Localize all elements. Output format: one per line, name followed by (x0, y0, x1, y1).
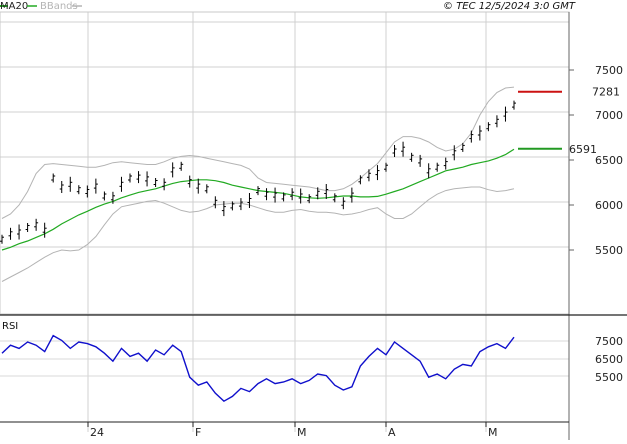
price-bar (85, 185, 90, 198)
price-bar (153, 178, 158, 187)
price-bar (68, 176, 73, 192)
price-bar (136, 171, 141, 184)
price-bar (59, 181, 64, 193)
y-tick-label: 5500 (595, 244, 623, 257)
price-bar (324, 184, 329, 199)
price-bars (0, 100, 516, 244)
price-bar (392, 145, 397, 157)
price-bar (145, 171, 150, 187)
price-bar (452, 145, 457, 161)
price-bar (426, 163, 431, 179)
price-bar (196, 178, 201, 194)
price-bar (0, 234, 4, 244)
price-bar (187, 175, 192, 188)
price-bar (8, 227, 13, 240)
price-bar (51, 173, 56, 183)
rsi-y-tick-label: 7500 (595, 335, 623, 348)
main-plot-frame (0, 11, 570, 315)
price-bar (204, 184, 209, 194)
price-bar (332, 193, 337, 203)
price-bar (366, 169, 371, 182)
legend-ma20-label: MA20 (0, 1, 28, 12)
rsi-line (1, 334, 515, 403)
price-bar (494, 115, 499, 128)
price-bar (264, 188, 269, 201)
price-bar (443, 157, 448, 170)
rsi-y-axis-labels: 7500 6500 5500 (595, 335, 623, 384)
x-tick-label: F (195, 426, 201, 439)
price-bar (34, 218, 39, 231)
rsi-pane-title: RSI (2, 321, 18, 332)
price-bar (273, 187, 278, 203)
y-tick-label: 7000 (595, 109, 623, 122)
price-bar (349, 187, 354, 203)
price-bar (25, 223, 30, 232)
price-bar (76, 185, 81, 195)
bbands-upper-line (1, 86, 515, 219)
price-bar (469, 130, 474, 143)
y-tick-label: 7500 (595, 64, 623, 77)
price-bar (401, 141, 406, 157)
price-bar (435, 162, 440, 172)
price-bar (341, 197, 346, 210)
rsi-y-tick-label: 5500 (595, 371, 623, 384)
copyright-text: © TEC 12/5/2024 3:0 GMT (443, 1, 576, 12)
price-bar (102, 191, 107, 201)
price-bar (221, 201, 226, 217)
price-bar (503, 106, 508, 122)
price-bar (42, 222, 47, 238)
y-tick-label: 6500 (595, 154, 623, 167)
rsi-grid (0, 340, 569, 377)
price-bar (486, 122, 491, 132)
price-bar (17, 224, 22, 240)
price-bar (512, 100, 516, 110)
x-axis-labels: 24 F M A M (87, 422, 498, 439)
bbands-lower-line (1, 186, 515, 282)
price-bar (375, 165, 380, 181)
price-bar (477, 125, 482, 141)
price-bar (384, 162, 388, 172)
x-tick-label: M (488, 426, 498, 439)
x-tick-label: M (297, 426, 307, 439)
stock-chart: 7281 6591 7500 7000 6500 6000 5500 7500 6500 5… (0, 0, 627, 440)
ma-level-label: 6591 (569, 143, 597, 156)
main-grid (0, 12, 569, 432)
price-bar (93, 178, 98, 194)
x-tick-label: 24 (90, 426, 104, 439)
target-level-label: 7281 (592, 86, 620, 99)
price-bar (162, 178, 167, 191)
price-bar (128, 173, 132, 183)
price-bar (119, 176, 124, 192)
price-bar (170, 162, 175, 178)
price-bar (179, 161, 184, 171)
x-tick-label: A (388, 426, 396, 439)
price-bar (238, 198, 243, 211)
rsi-y-tick-label: 6500 (595, 353, 623, 366)
y-tick-label: 6000 (595, 199, 623, 212)
